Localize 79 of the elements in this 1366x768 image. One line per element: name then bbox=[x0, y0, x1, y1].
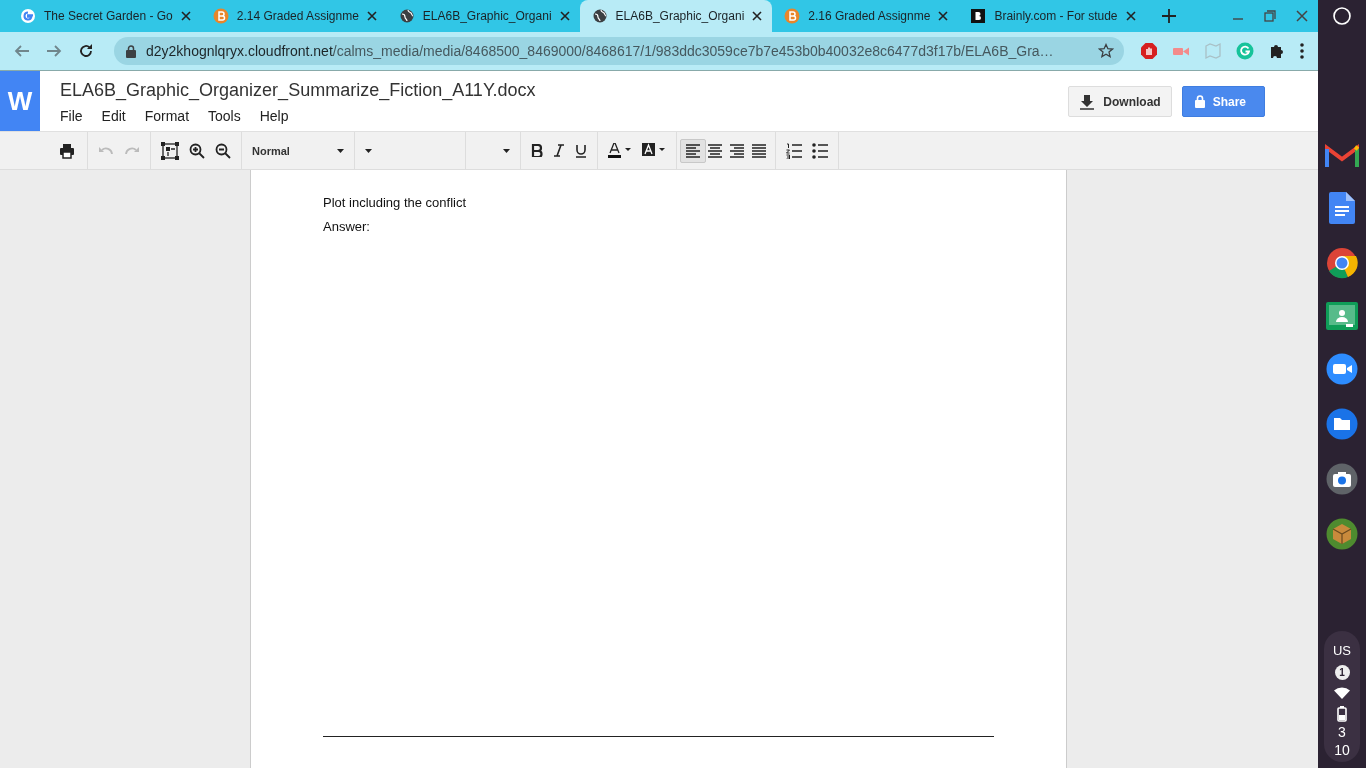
star-icon[interactable] bbox=[1098, 43, 1114, 59]
keyboard-language: US bbox=[1332, 643, 1352, 658]
menu-item[interactable]: File bbox=[60, 108, 83, 124]
text-color-icon[interactable] bbox=[608, 142, 632, 159]
wifi-icon bbox=[1334, 687, 1350, 699]
stop-hand-icon[interactable] bbox=[1140, 42, 1158, 60]
tab-title: The Secret Garden - Go bbox=[44, 9, 173, 23]
close-icon[interactable] bbox=[366, 11, 377, 21]
browser-tab[interactable]: ELA6B_Graphic_Organi bbox=[579, 0, 773, 32]
bulleted-list-icon[interactable] bbox=[812, 142, 828, 159]
italic-icon[interactable] bbox=[553, 144, 565, 157]
menu-item[interactable]: Format bbox=[144, 108, 190, 124]
tab-title: ELA6B_Graphic_Organi bbox=[615, 9, 745, 23]
camera-icon[interactable] bbox=[1326, 463, 1358, 495]
caret-icon bbox=[365, 148, 372, 153]
browser-tab[interactable]: The Secret Garden - Go bbox=[8, 0, 201, 32]
close-icon[interactable] bbox=[752, 11, 763, 21]
zoom-out-icon[interactable] bbox=[215, 142, 231, 159]
download-icon bbox=[1079, 93, 1096, 110]
lock-icon bbox=[1194, 95, 1205, 108]
google-icon bbox=[20, 8, 36, 24]
new-tab-icon[interactable] bbox=[1161, 9, 1176, 23]
underline-icon[interactable] bbox=[575, 143, 587, 158]
fit-page-icon[interactable] bbox=[161, 141, 179, 160]
globe-icon bbox=[398, 8, 415, 24]
numbered-list-icon[interactable] bbox=[786, 142, 802, 159]
browser-tab[interactable]: 2.14 Graded Assignme bbox=[200, 0, 387, 32]
menu-item[interactable]: Tools bbox=[208, 108, 241, 124]
folder-icon[interactable] bbox=[1326, 408, 1358, 440]
mail-icon[interactable] bbox=[1325, 143, 1359, 169]
browser-tab[interactable]: 2.16 Graded Assignme bbox=[772, 0, 959, 32]
globe-icon bbox=[591, 8, 608, 24]
highlight-color-icon[interactable] bbox=[642, 142, 666, 159]
clock-hour: 3 bbox=[1338, 724, 1346, 740]
browser-tab[interactable]: Brainly.com - For stude bbox=[958, 0, 1146, 32]
tab-title: Brainly.com - For stude bbox=[994, 9, 1118, 23]
document-text: Answer: bbox=[323, 218, 371, 236]
video-camera-icon[interactable] bbox=[1326, 353, 1358, 385]
menu-item[interactable]: Edit bbox=[101, 108, 126, 124]
back-icon[interactable] bbox=[14, 43, 30, 59]
more-options-icon[interactable] bbox=[1300, 43, 1304, 59]
restore-icon[interactable] bbox=[1264, 10, 1276, 22]
b-circle-icon bbox=[784, 8, 801, 24]
forward-icon[interactable] bbox=[46, 43, 62, 59]
browser-icon[interactable] bbox=[1326, 247, 1358, 279]
tab-title: 2.16 Graded Assignme bbox=[808, 9, 931, 23]
lock-icon bbox=[126, 44, 136, 58]
caret-icon bbox=[337, 148, 344, 153]
browser-tab[interactable]: ELA6B_Graphic_Organi bbox=[386, 0, 580, 32]
menu-item[interactable]: Help bbox=[259, 108, 289, 124]
download-button[interactable]: Download bbox=[1068, 86, 1172, 117]
document-title: ELA6B_Graphic_Organizer_Summarize_Fiction_A11Y.docx bbox=[60, 80, 537, 101]
style-dropdown[interactable]: Normal bbox=[252, 135, 344, 166]
close-icon[interactable] bbox=[180, 11, 191, 21]
launcher-button[interactable] bbox=[1333, 7, 1351, 25]
tab-title: 2.14 Graded Assignme bbox=[236, 9, 359, 23]
address-field[interactable]: d2y2khognlqryx.cloudfront.net/calms_media/media/8468500_8469000/8468617/1/983ddc3059ce7b7e453b0b40032e8c6477d3f17b/ELA6B_Gra… bbox=[114, 37, 1124, 65]
reload-icon[interactable] bbox=[78, 43, 94, 59]
b-circle-icon bbox=[212, 8, 229, 24]
zoom-in-icon[interactable] bbox=[189, 142, 205, 159]
print-icon[interactable] bbox=[59, 142, 75, 159]
b-square-icon bbox=[970, 8, 987, 24]
close-icon[interactable] bbox=[1125, 11, 1136, 21]
puzzle-icon[interactable] bbox=[1268, 42, 1286, 60]
tab-title: ELA6B_Graphic_Organi bbox=[422, 9, 552, 23]
document-text: Plot including the conflict bbox=[323, 194, 468, 212]
app-logo: W bbox=[0, 71, 40, 131]
cube-icon[interactable] bbox=[1326, 518, 1358, 550]
document-icon[interactable] bbox=[1329, 192, 1355, 224]
caret-icon bbox=[503, 148, 510, 153]
clock-minutes: 10 bbox=[1334, 742, 1350, 758]
close-icon[interactable] bbox=[559, 11, 570, 21]
battery-icon bbox=[1337, 706, 1347, 722]
align-left-icon[interactable] bbox=[680, 138, 706, 163]
status-tray[interactable]: US 1 3 10 bbox=[1324, 631, 1360, 762]
close-icon[interactable] bbox=[938, 11, 949, 21]
bold-icon[interactable] bbox=[531, 144, 543, 157]
notification-count: 1 bbox=[1334, 665, 1350, 680]
classroom-icon[interactable] bbox=[1326, 302, 1358, 330]
